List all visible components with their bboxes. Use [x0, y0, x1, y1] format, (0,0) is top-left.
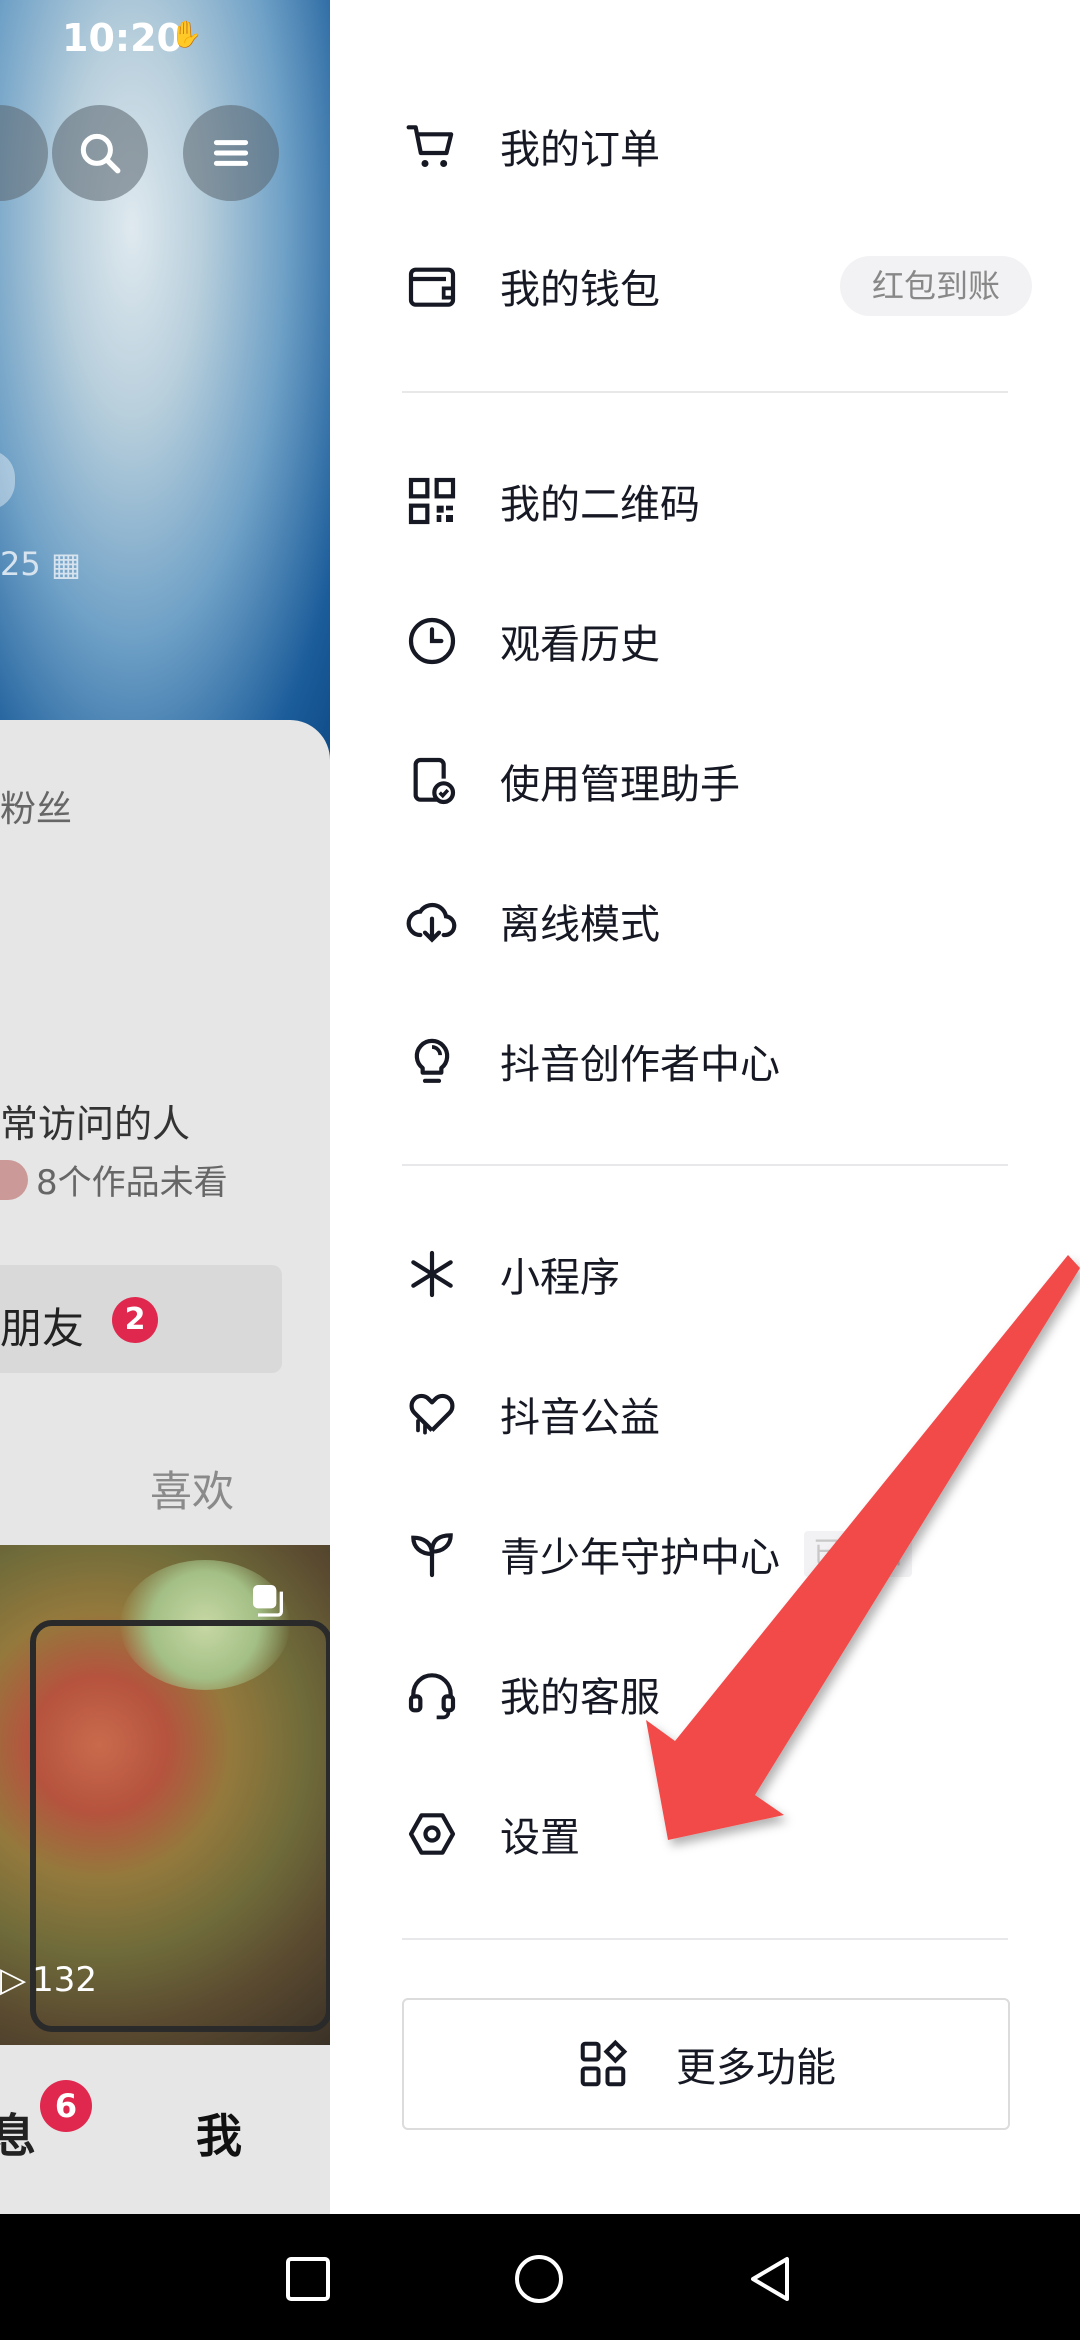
menu-label: 离线模式	[500, 902, 660, 948]
menu-label: 抖音创作者中心	[500, 1042, 780, 1088]
apps-icon	[580, 2039, 628, 2087]
recent-apps-icon[interactable]	[283, 2254, 333, 2304]
divider	[402, 1164, 1008, 1166]
bottom-nav	[0, 2045, 330, 2214]
menu-item-offline[interactable]: 离线模式	[402, 871, 660, 971]
gear-icon	[402, 1804, 462, 1864]
friends-badge: 2	[112, 1297, 158, 1343]
profile-background: 10:20 ✋ 25 ▦ 粉丝 常访问的人 8个作品未看 朋友 2 喜欢 ▷ 13…	[0, 0, 330, 2214]
nav-me[interactable]: 我	[196, 2100, 242, 2166]
menu-button[interactable]	[183, 105, 279, 201]
cloud-download-icon	[402, 891, 462, 951]
menu-label: 我的钱包	[500, 267, 660, 313]
play-icon: ▷	[0, 1960, 27, 2000]
wallet-badge: 红包到账	[840, 256, 1032, 316]
qr-small-icon: ▦	[50, 545, 82, 583]
divider	[402, 391, 1008, 393]
menu-item-usage[interactable]: 使用管理助手	[402, 731, 740, 831]
menu-item-orders[interactable]: 我的订单	[402, 96, 660, 196]
visitor-sub: 8个作品未看	[0, 1155, 228, 1204]
youth-status-tag: 已开启	[804, 1531, 912, 1577]
multi-image-icon	[253, 1585, 283, 1617]
friends-label: 朋友	[0, 1304, 85, 1353]
qrcode-icon	[402, 471, 462, 531]
views-count: ▷ 132	[0, 1960, 98, 2000]
fans-label: 粉丝	[0, 789, 73, 830]
status-time: 10:20	[62, 16, 183, 60]
message-badge: 6	[40, 2080, 92, 2132]
menu-item-qrcode[interactable]: 我的二维码	[402, 451, 700, 551]
menu-label: 我的客服	[500, 1675, 660, 1721]
cart-icon	[402, 116, 462, 176]
menu-item-creator[interactable]: 抖音创作者中心	[402, 1011, 780, 1111]
menu-label: 观看历史	[500, 622, 660, 668]
sprout-icon	[402, 1524, 462, 1584]
search-button[interactable]	[52, 105, 148, 201]
menu-label: 我的订单	[500, 127, 660, 173]
headset-icon	[402, 1664, 462, 1724]
more-features-label: 更多功能	[676, 2045, 836, 2091]
menu-label: 设置	[500, 1815, 580, 1861]
system-nav-bar	[0, 2214, 1080, 2340]
miniapp-icon	[402, 1244, 462, 1304]
search-icon	[80, 133, 121, 174]
home-icon[interactable]	[514, 2254, 564, 2304]
menu-label: 青少年守护中心	[500, 1535, 780, 1581]
menu-label: 小程序	[500, 1255, 620, 1301]
nav-message[interactable]: 消息	[0, 2100, 36, 2166]
clock-icon	[402, 611, 462, 671]
profile-cover	[0, 0, 330, 760]
wallet-icon	[402, 256, 462, 316]
menu-item-miniapp[interactable]: 小程序	[402, 1224, 620, 1324]
menu-label: 使用管理助手	[500, 762, 740, 808]
menu-item-history[interactable]: 观看历史	[402, 591, 660, 691]
phone-check-icon	[402, 751, 462, 811]
menu-item-youth[interactable]: 青少年守护中心	[402, 1504, 780, 1604]
partial-number: 25 ▦	[0, 545, 82, 583]
divider	[402, 1938, 1008, 1940]
tab-likes[interactable]: 喜欢	[150, 1458, 234, 1519]
more-features-button[interactable]: 更多功能	[402, 1998, 1010, 2130]
back-icon[interactable]	[745, 2254, 795, 2304]
menu-item-wallet[interactable]: 我的钱包	[402, 236, 660, 336]
menu-item-settings[interactable]: 设置	[402, 1784, 580, 1884]
hand-icon: ✋	[170, 20, 203, 50]
menu-label: 我的二维码	[500, 482, 700, 528]
menu-item-charity[interactable]: 抖音公益	[402, 1364, 660, 1464]
menu-item-service[interactable]: 我的客服	[402, 1644, 660, 1744]
visitor-label[interactable]: 常访问的人	[0, 1093, 190, 1148]
heart-hand-icon	[402, 1384, 462, 1444]
hamburger-icon	[213, 140, 249, 166]
lightbulb-icon	[402, 1031, 462, 1091]
menu-label: 抖音公益	[500, 1395, 660, 1441]
avatar	[0, 1159, 28, 1200]
